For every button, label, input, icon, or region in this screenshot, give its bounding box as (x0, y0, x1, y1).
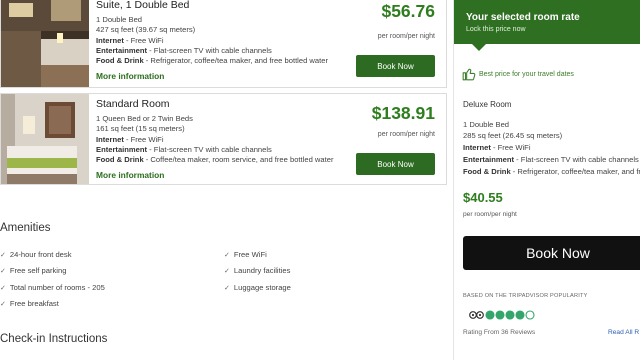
amenity-label: 24-hour front desk (9, 250, 72, 259)
amenity-item: ✓ 24-hour front desk (0, 250, 72, 259)
rating-circle-icon (525, 310, 535, 320)
selected-room-food: Food & Drink - Refrigerator, coffee/tea … (463, 167, 640, 176)
room-internet: Internet - Free WiFi (96, 135, 346, 145)
amenity-item: ✓ Luggage storage (224, 283, 291, 292)
amenity-label: Laundry facilities (233, 266, 291, 275)
room-size: 427 sq feet (39.67 sq meters) (96, 25, 196, 35)
sidebar-subtitle: Lock this price now (466, 26, 526, 33)
amenity-label: Free WiFi (233, 250, 267, 259)
tripadvisor-label: BASED ON THE TRIPADVISOR POPULARITY (463, 293, 588, 299)
selected-room-price: $40.55 (463, 190, 503, 205)
food-label: Food & Drink (463, 167, 511, 176)
rating-count: Rating From 36 Reviews (463, 329, 536, 336)
checkmark-icon: ✓ (0, 301, 6, 308)
room-title: Suite, 1 Double Bed (96, 0, 190, 11)
best-price-note: Best price for your travel dates (462, 67, 574, 81)
per-night-label: per room/per night (377, 131, 435, 138)
room-bed: 1 Queen Bed or 2 Twin Beds (96, 114, 193, 123)
book-now-button[interactable]: Book Now (356, 153, 435, 175)
more-information-link[interactable]: More information (96, 170, 164, 180)
amenity-item: ✓ Free breakfast (0, 299, 59, 308)
checkmark-icon: ✓ (224, 252, 230, 259)
room-title: Standard Room (96, 98, 170, 110)
rating-circle-icon (515, 310, 525, 320)
entertainment-label: Entertainment (96, 45, 148, 55)
sidebar-title: Your selected room rate (466, 12, 580, 23)
checkmark-icon: ✓ (0, 252, 6, 259)
per-night-label: per room/per night (377, 33, 435, 40)
selected-room-size: 285 sq feet (26.45 sq meters) (463, 131, 563, 140)
amenity-label: Free self parking (9, 266, 67, 275)
entertainment-value: - Flat-screen TV with cable channels (147, 45, 272, 55)
internet-value: - Free WiFi (490, 143, 531, 152)
room-photo-suite[interactable] (1, 0, 89, 87)
food-label: Food & Drink (96, 155, 144, 165)
entertainment-value: - Flat-screen TV with cable channels (514, 155, 639, 164)
tripadvisor-rating (468, 308, 548, 326)
rating-circle-icon (505, 310, 515, 320)
room-food: Food & Drink - Coffee/tea maker, room se… (96, 155, 346, 165)
internet-label: Internet (96, 35, 124, 45)
food-value: - Refrigerator, coffee/tea maker, and fr… (512, 167, 640, 176)
food-value: - Coffee/tea maker, room service, and fr… (143, 155, 334, 165)
amenity-item: ✓ Total number of rooms - 205 (0, 283, 105, 292)
selected-per-night: per room/per night (463, 211, 517, 218)
sidebar-header: Your selected room rate Lock this price … (454, 0, 640, 44)
internet-label: Internet (96, 134, 124, 144)
internet-value: - Free WiFi (123, 134, 164, 144)
internet-label: Internet (463, 143, 491, 152)
selected-room-bed: 1 Double Bed (463, 120, 510, 129)
amenity-label: Total number of rooms - 205 (9, 283, 105, 292)
header-pointer (472, 44, 486, 51)
entertainment-value: - Flat-screen TV with cable channels (147, 144, 272, 154)
selected-rate-sidebar: Your selected room rate Lock this price … (453, 0, 640, 360)
selected-room-entertainment: Entertainment - Flat-screen TV with cabl… (463, 155, 639, 164)
room-food: Food & Drink - Refrigerator, coffee/tea … (96, 56, 346, 66)
selected-room-internet: Internet - Free WiFi (463, 143, 531, 152)
room-size: 161 sq feet (15 sq meters) (96, 124, 185, 134)
food-label: Food & Drink (96, 56, 144, 66)
room-photo-standard[interactable] (1, 94, 89, 184)
entertainment-label: Entertainment (463, 155, 515, 164)
room-card-suite: Suite, 1 Double Bed 1 Double Bed 427 sq … (0, 0, 447, 88)
internet-value: - Free WiFi (123, 35, 164, 45)
room-card-standard: Standard Room 1 Queen Bed or 2 Twin Beds… (0, 93, 447, 185)
more-information-link[interactable]: More information (96, 71, 164, 81)
amenity-item: ✓ Laundry facilities (224, 266, 290, 275)
book-now-button[interactable]: Book Now (356, 55, 435, 77)
room-price: $138.91 (371, 103, 435, 123)
entertainment-label: Entertainment (96, 144, 148, 154)
food-value: - Refrigerator, coffee/tea maker, and fr… (143, 56, 328, 66)
tripadvisor-owl-icon (469, 311, 484, 319)
rating-circle-icon (485, 310, 495, 320)
room-price: $56.76 (381, 1, 435, 21)
thumbs-up-icon (462, 68, 476, 81)
amenity-label: Luggage storage (233, 283, 291, 292)
room-entertainment: Entertainment - Flat-screen TV with cabl… (96, 145, 346, 155)
read-all-reviews-link[interactable]: Read All R (608, 329, 639, 336)
room-bed: 1 Double Bed (96, 15, 143, 24)
checkmark-icon: ✓ (224, 285, 230, 292)
checkmark-icon: ✓ (224, 268, 230, 275)
best-price-label: Best price for your travel dates (479, 70, 574, 78)
rating-circle-icon (495, 310, 505, 320)
checkin-instructions-heading: Check-in Instructions (0, 333, 108, 345)
room-entertainment: Entertainment - Flat-screen TV with cabl… (96, 46, 346, 56)
checkmark-icon: ✓ (0, 285, 6, 292)
room-internet: Internet - Free WiFi (96, 36, 346, 46)
amenities-heading: Amenities (0, 222, 51, 234)
amenity-item: ✓ Free WiFi (224, 250, 267, 259)
amenity-item: ✓ Free self parking (0, 266, 66, 275)
sidebar-book-now-button[interactable]: Book Now (463, 236, 640, 270)
checkmark-icon: ✓ (0, 268, 6, 275)
selected-room-name: Deluxe Room (463, 100, 512, 109)
amenity-label: Free breakfast (9, 299, 59, 308)
